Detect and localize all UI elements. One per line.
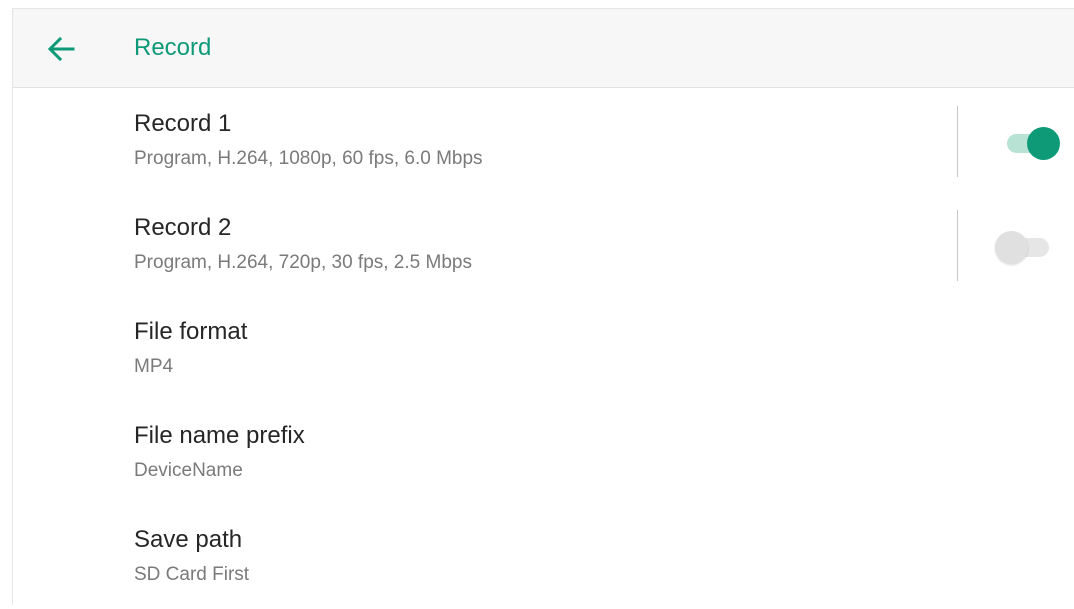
back-button[interactable] [41,29,81,69]
settings-window: Record Record 1 Program, H.264, 1080p, 6… [12,8,1074,605]
record-1-settings: Program, H.264, 1080p, 60 fps, 6.0 Mbps [134,148,483,169]
toggle-thumb [995,231,1028,264]
app-bar: Record [13,9,1074,88]
save-path-value: SD Card First [134,564,250,585]
record-2-toggle[interactable] [995,230,1063,264]
record-1-item[interactable]: Record 1 Program, H.264, 1080p, 60 fps, … [13,89,1074,193]
arrow-left-icon [47,36,75,62]
file-format-value: MP4 [134,356,174,377]
save-path-title: Save path [134,526,243,553]
file-name-prefix-value: DeviceName [134,460,243,481]
file-format-title: File format [134,318,248,345]
vertical-divider [957,210,958,281]
file-name-prefix-title: File name prefix [134,422,305,449]
page-title: Record [134,34,212,61]
vertical-divider [957,106,958,177]
save-path-item[interactable]: Save path SD Card First [13,505,1074,609]
file-format-item[interactable]: File format MP4 [13,297,1074,401]
record-2-item[interactable]: Record 2 Program, H.264, 720p, 30 fps, 2… [13,193,1074,297]
record-2-title: Record 2 [134,214,232,241]
record-1-toggle[interactable] [997,126,1063,160]
file-name-prefix-item[interactable]: File name prefix DeviceName [13,401,1074,505]
toggle-thumb [1027,127,1060,160]
record-2-settings: Program, H.264, 720p, 30 fps, 2.5 Mbps [134,252,472,273]
record-1-title: Record 1 [134,110,232,137]
